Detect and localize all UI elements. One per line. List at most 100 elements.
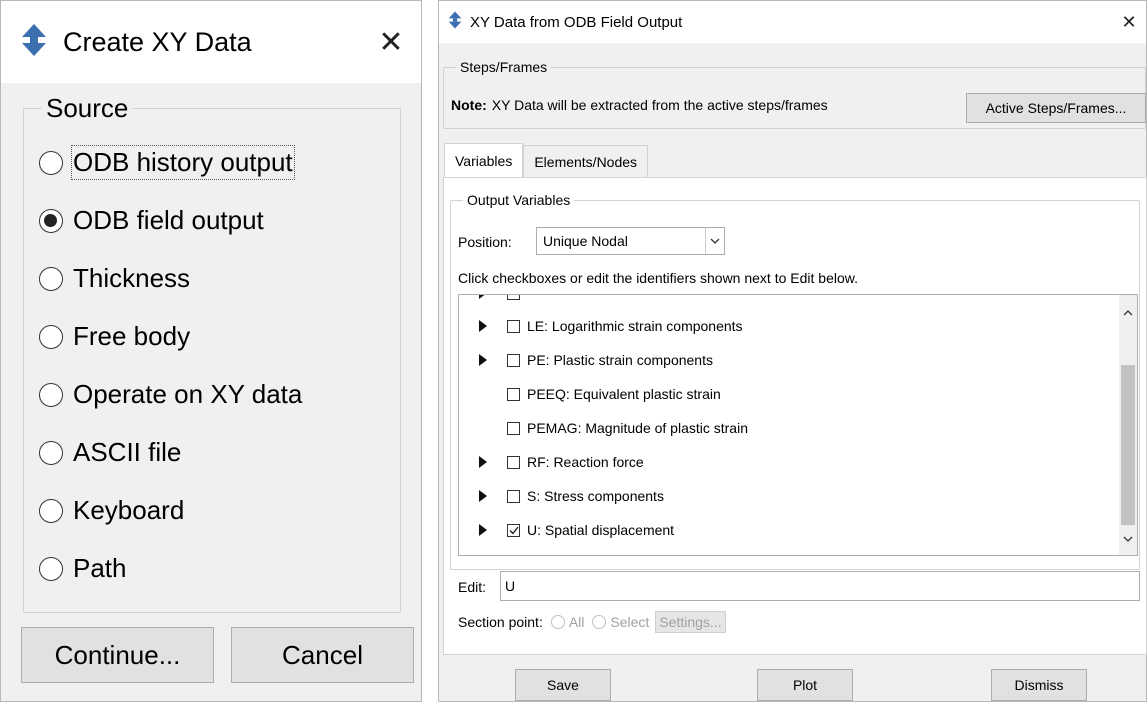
list-item-label: S: Stress components bbox=[527, 488, 664, 504]
title-bar: XY Data from ODB Field Output ✕ bbox=[439, 1, 1146, 43]
continue-button[interactable]: Continue... bbox=[21, 627, 214, 683]
tab-label: Elements/Nodes bbox=[534, 153, 638, 170]
radio[interactable] bbox=[39, 498, 63, 523]
source-option-label: ODB history output bbox=[71, 145, 295, 180]
list-item[interactable]: PEEQ: Equivalent plastic strain bbox=[459, 379, 1119, 409]
scroll-down-icon[interactable] bbox=[1123, 529, 1133, 547]
save-label: Save bbox=[547, 677, 579, 693]
source-option-label: Operate on XY data bbox=[73, 379, 303, 409]
list-item-label: U: Spatial displacement bbox=[527, 522, 675, 538]
triangle-right-icon[interactable] bbox=[479, 456, 487, 468]
source-option-label: Free body bbox=[73, 321, 191, 351]
scroll-thumb[interactable] bbox=[1121, 365, 1135, 525]
cancel-label: Cancel bbox=[282, 639, 363, 670]
radio[interactable] bbox=[39, 382, 63, 407]
note-row: Note: XY Data will be extracted from the… bbox=[451, 97, 828, 113]
list-item-label: PE: Plastic strain components bbox=[527, 352, 713, 368]
list-item[interactable]: RF: Reaction force bbox=[459, 447, 1119, 477]
edit-field[interactable]: U bbox=[500, 571, 1140, 601]
tab-elements-nodes[interactable]: Elements/Nodes bbox=[523, 145, 649, 177]
checkbox[interactable] bbox=[507, 421, 520, 435]
scroll-up-icon[interactable] bbox=[1123, 303, 1133, 321]
edit-value: U bbox=[505, 578, 516, 594]
list-item-label: PEMAG: Magnitude of plastic strain bbox=[527, 420, 748, 436]
triangle-right-icon[interactable] bbox=[479, 490, 487, 502]
position-select[interactable]: Unique Nodal bbox=[536, 227, 725, 255]
dismiss-button[interactable]: Dismiss bbox=[991, 669, 1087, 701]
source-option-label: ASCII file bbox=[73, 437, 182, 467]
list-item[interactable]: LE: Logarithmic strain components bbox=[459, 311, 1119, 341]
list-item-label: PEEQ: Equivalent plastic strain bbox=[527, 386, 721, 402]
checkbox-checked[interactable] bbox=[507, 523, 520, 537]
plot-label: Plot bbox=[792, 677, 818, 693]
tab-label: Variables bbox=[455, 152, 513, 169]
settings-button[interactable]: Settings... bbox=[655, 611, 726, 633]
dismiss-label: Dismiss bbox=[1014, 677, 1064, 693]
checkbox[interactable] bbox=[507, 387, 520, 401]
radio[interactable] bbox=[39, 266, 63, 291]
source-option[interactable]: ASCII file bbox=[39, 437, 181, 468]
source-option-label: Keyboard bbox=[73, 495, 185, 525]
list-item-partial bbox=[459, 295, 1137, 301]
edit-label: Edit: bbox=[458, 579, 487, 595]
tab-bar: Variables Elements/Nodes bbox=[444, 143, 649, 177]
variables-panel: Output Variables Position: Unique Nodal … bbox=[443, 177, 1147, 655]
radio[interactable] bbox=[39, 150, 63, 175]
radio-selected[interactable] bbox=[39, 208, 63, 233]
position-value: Unique Nodal bbox=[543, 233, 628, 249]
source-option[interactable]: Thickness bbox=[39, 263, 190, 294]
checkbox[interactable] bbox=[507, 455, 520, 469]
source-option[interactable]: Keyboard bbox=[39, 495, 184, 526]
steps-frames-legend: Steps/Frames bbox=[460, 59, 548, 75]
chevron-down-icon[interactable] bbox=[705, 228, 724, 254]
list-item[interactable]: U: Spatial displacement bbox=[459, 515, 1119, 545]
save-button[interactable]: Save bbox=[515, 669, 611, 701]
triangle-right-icon[interactable] bbox=[479, 320, 487, 332]
source-option[interactable]: Path bbox=[39, 553, 127, 584]
section-all-label: All bbox=[568, 614, 585, 630]
triangle-right-icon[interactable] bbox=[479, 524, 487, 536]
instructions-text: Click checkboxes or edit the identifiers… bbox=[458, 270, 858, 286]
position-label: Position: bbox=[458, 234, 512, 250]
radio[interactable] bbox=[39, 556, 63, 581]
note-label: Note: bbox=[451, 97, 487, 113]
xy-data-field-output-dialog: XY Data from ODB Field Output ✕ Steps/Fr… bbox=[438, 0, 1147, 702]
app-icon bbox=[19, 23, 49, 62]
checkbox[interactable] bbox=[507, 319, 520, 333]
tab-variables[interactable]: Variables bbox=[444, 143, 524, 177]
source-option[interactable]: ODB history output bbox=[39, 145, 295, 180]
create-xy-data-dialog: Create XY Data ✕ Source Continue... Canc… bbox=[0, 0, 422, 702]
list-item[interactable]: PEMAG: Magnitude of plastic strain bbox=[459, 413, 1119, 443]
app-icon bbox=[447, 11, 463, 34]
section-select-label: Select bbox=[610, 614, 650, 630]
list-scrollbar[interactable] bbox=[1119, 295, 1137, 555]
output-variables-legend: Output Variables bbox=[467, 192, 571, 208]
checkbox bbox=[507, 295, 520, 300]
radio[interactable] bbox=[39, 324, 63, 349]
triangle-right-icon bbox=[479, 295, 487, 299]
checkbox[interactable] bbox=[507, 353, 520, 367]
active-steps-frames-button[interactable]: Active Steps/Frames... bbox=[966, 93, 1146, 123]
source-option[interactable]: Operate on XY data bbox=[39, 379, 302, 410]
source-option[interactable]: ODB field output bbox=[39, 205, 264, 236]
plot-button[interactable]: Plot bbox=[757, 669, 853, 701]
cancel-button[interactable]: Cancel bbox=[231, 627, 414, 683]
list-item-label: LE: Logarithmic strain components bbox=[527, 318, 743, 334]
checkbox[interactable] bbox=[507, 489, 520, 503]
title-bar: Create XY Data ✕ bbox=[1, 1, 421, 83]
section-select-radio[interactable] bbox=[592, 615, 607, 629]
close-icon[interactable]: ✕ bbox=[361, 1, 421, 83]
source-option[interactable]: Free body bbox=[39, 321, 190, 352]
section-point-label: Section point: bbox=[458, 614, 543, 630]
close-icon[interactable]: ✕ bbox=[1112, 1, 1146, 43]
radio[interactable] bbox=[39, 440, 63, 465]
list-item-label: RF: Reaction force bbox=[527, 454, 644, 470]
section-all-radio[interactable] bbox=[550, 615, 565, 629]
settings-label: Settings... bbox=[659, 614, 722, 630]
dialog-title: Create XY Data bbox=[63, 26, 252, 57]
variables-list[interactable]: LE: Logarithmic strain components PE: Pla… bbox=[458, 294, 1138, 556]
section-point-row: Section point: All Select Settings... bbox=[458, 610, 726, 634]
triangle-right-icon[interactable] bbox=[479, 354, 487, 366]
list-item[interactable]: PE: Plastic strain components bbox=[459, 345, 1119, 375]
list-item[interactable]: S: Stress components bbox=[459, 481, 1119, 511]
